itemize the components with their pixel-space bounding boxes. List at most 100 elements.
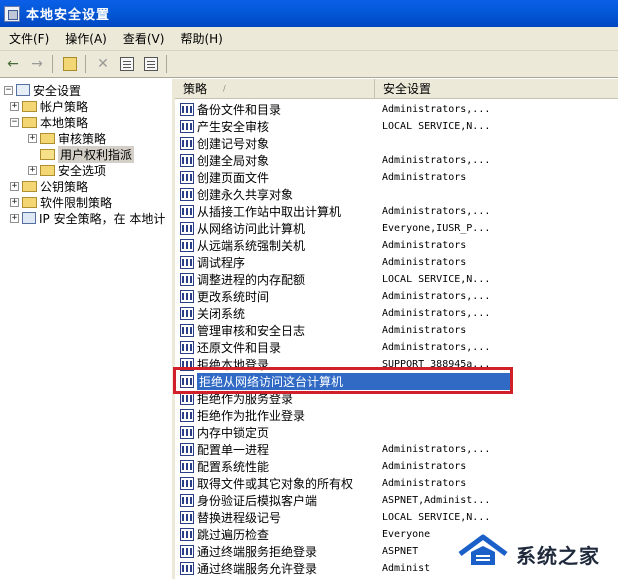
table-row[interactable]: 身份验证后模拟客户端 ASPNET,Administ...: [175, 492, 618, 509]
tree-item-label: 软件限制策略: [40, 195, 113, 210]
folder-open-icon: [40, 148, 55, 160]
tree-item-ip-security[interactable]: + IP 安全策略，在 本地计: [10, 210, 165, 226]
table-row[interactable]: 备份文件和目录 Administrators,...: [175, 101, 618, 118]
policy-icon: [180, 341, 194, 354]
delete-icon[interactable]: ✕: [92, 53, 114, 75]
up-folder-icon[interactable]: [59, 53, 81, 75]
policy-name: 产生安全审核: [197, 120, 270, 134]
console-tree[interactable]: − 安全设置 + 帐户策略 − 本地策略 + 审核策略 用户权利指派 + 安全选…: [0, 79, 175, 579]
show-hide-tree-icon[interactable]: [173, 53, 195, 150]
tree-item-account-policies[interactable]: + 帐户策略: [10, 98, 88, 114]
expand-icon[interactable]: +: [28, 165, 37, 175]
table-row[interactable]: 拒绝作为批作业登录: [175, 407, 618, 424]
table-row[interactable]: 配置系统性能 Administrators: [175, 458, 618, 475]
table-row[interactable]: 从插接工作站中取出计算机 Administrators,...: [175, 203, 618, 220]
table-row[interactable]: 创建永久共享对象: [175, 186, 618, 203]
policy-list[interactable]: 策略 / 安全设置 备份文件和目录 Administrators,... 产生安全审…: [175, 79, 618, 579]
menu-view[interactable]: 查看(V): [116, 30, 172, 47]
tree-item-label: 本地策略: [40, 115, 89, 130]
folder-icon: [22, 180, 37, 192]
collapse-icon[interactable]: −: [10, 117, 19, 127]
collapse-icon[interactable]: −: [4, 85, 13, 95]
table-row[interactable]: 替换进程级记号 LOCAL SERVICE,N...: [175, 509, 618, 526]
policy-name: 创建页面文件: [197, 171, 270, 185]
table-row[interactable]: 创建记号对象: [175, 135, 618, 152]
menu-bar: 文件(F) 操作(A) 查看(V) 帮助(H): [0, 27, 618, 51]
table-row[interactable]: 关闭系统 Administrators,...: [175, 305, 618, 322]
title-bar[interactable]: 本地安全设置: [0, 0, 618, 27]
watermark-text: 系统之家: [516, 544, 600, 568]
policy-name: 还原文件和目录: [197, 341, 282, 355]
table-row[interactable]: 还原文件和目录 Administrators,...: [175, 339, 618, 356]
menu-help[interactable]: 帮助(H): [173, 30, 229, 47]
policy-icon: [180, 205, 194, 218]
table-row[interactable]: 创建全局对象 Administrators,...: [175, 152, 618, 169]
table-row[interactable]: 从网络访问此计算机 Everyone,IUSR_P...: [175, 220, 618, 237]
menu-action[interactable]: 操作(A): [58, 30, 114, 47]
policy-icon: [180, 154, 194, 167]
tree-item-local-policies[interactable]: − 本地策略: [10, 114, 88, 130]
folder-icon: [40, 164, 55, 176]
policy-name: 从网络访问此计算机: [197, 222, 306, 236]
policy-name: 管理审核和安全日志: [197, 324, 306, 338]
policy-icon: [180, 460, 194, 473]
expand-icon[interactable]: +: [10, 213, 19, 223]
table-row[interactable]: 取得文件或其它对象的所有权 Administrators: [175, 475, 618, 492]
expand-icon[interactable]: +: [10, 181, 19, 191]
table-row[interactable]: 从远端系统强制关机 Administrators: [175, 237, 618, 254]
security-setting-value: Administrators: [382, 257, 467, 268]
security-setting-value: Administrators: [382, 478, 467, 489]
security-setting-value: Everyone,IUSR_P...: [382, 223, 491, 234]
column-header-policy[interactable]: 策略 /: [175, 79, 375, 98]
policy-icon: [180, 545, 194, 558]
window-title: 本地安全设置: [26, 8, 111, 23]
forward-arrow-icon[interactable]: →: [26, 53, 48, 75]
security-setting-value: Administrators: [382, 240, 467, 251]
tree-item-user-rights-assignment[interactable]: 用户权利指派: [40, 145, 135, 163]
policy-icon: [180, 528, 194, 541]
column-header-label: 策略: [183, 82, 208, 96]
policy-icon: [180, 188, 194, 201]
tree-item-public-key-policies[interactable]: + 公钥策略: [10, 178, 88, 194]
policy-icon: [180, 511, 194, 524]
policy-icon: [180, 239, 194, 252]
list-header: 策略 / 安全设置: [175, 79, 618, 99]
expand-icon[interactable]: +: [10, 101, 19, 111]
table-row[interactable]: 更改系统时间 Administrators,...: [175, 288, 618, 305]
tree-item-audit-policy[interactable]: + 审核策略: [28, 130, 106, 146]
table-row[interactable]: 管理审核和安全日志 Administrators: [175, 322, 618, 339]
table-row[interactable]: 调整进程的内存配额 LOCAL SERVICE,N...: [175, 271, 618, 288]
annotation-highlight-box: [173, 367, 513, 394]
policy-name: 拒绝作为批作业登录: [197, 409, 306, 423]
table-row[interactable]: 产生安全审核 LOCAL SERVICE,N...: [175, 118, 618, 135]
column-header-security-setting[interactable]: 安全设置: [375, 79, 618, 98]
table-row[interactable]: 创建页面文件 Administrators: [175, 169, 618, 186]
expand-icon[interactable]: +: [28, 133, 37, 143]
properties-icon[interactable]: [116, 53, 138, 75]
sort-indicator: /: [223, 84, 226, 93]
folder-icon: [22, 196, 37, 208]
export-list-icon[interactable]: [140, 53, 162, 75]
table-row[interactable]: 调试程序 Administrators: [175, 254, 618, 271]
security-setting-value: Administrators,...: [382, 342, 491, 353]
policy-icon: [180, 307, 194, 320]
menu-file[interactable]: 文件(F): [2, 30, 56, 47]
expand-icon[interactable]: +: [10, 197, 19, 207]
policy-name: 通过终端服务允许登录: [197, 562, 318, 576]
tree-item-security-settings[interactable]: − 安全设置: [4, 82, 81, 98]
policy-name: 配置系统性能: [197, 460, 270, 474]
policy-name: 备份文件和目录: [197, 103, 282, 117]
security-setting-value: Administrators,...: [382, 206, 491, 217]
tree-item-software-restriction[interactable]: + 软件限制策略: [10, 194, 112, 210]
table-row[interactable]: 内存中锁定页: [175, 424, 618, 441]
policy-name: 身份验证后模拟客户端: [197, 494, 318, 508]
back-arrow-icon[interactable]: ←: [2, 53, 24, 75]
tree-item-label: IP 安全策略，在 本地计: [39, 211, 166, 226]
tree-item-security-options[interactable]: + 安全选项: [28, 162, 106, 178]
policy-icon: [180, 273, 194, 286]
policy-icon: [180, 103, 194, 116]
tree-item-label: 安全选项: [58, 163, 107, 178]
table-row[interactable]: 配置单一进程 Administrators,...: [175, 441, 618, 458]
policy-name: 创建记号对象: [197, 137, 270, 151]
policy-name: 替换进程级记号: [197, 511, 282, 525]
